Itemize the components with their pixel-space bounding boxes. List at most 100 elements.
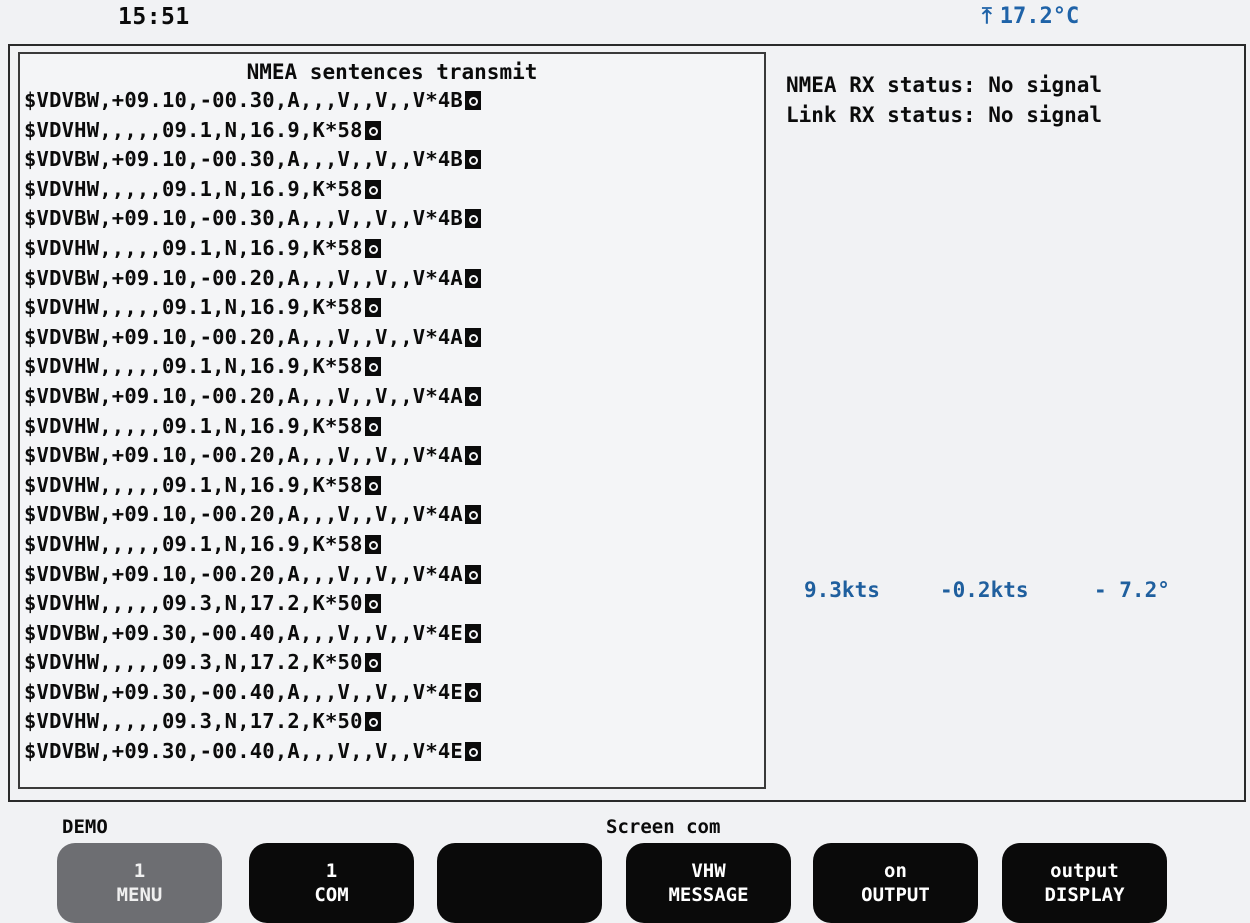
nmea-sentence-line: $VDVHW,,,,,09.1,N,16.9,K*58: [24, 352, 481, 382]
nmea-sentence-line: $VDVHW,,,,,09.3,N,17.2,K*50: [24, 707, 481, 737]
line-end-icon: [464, 682, 481, 702]
status-bar: 15:51 ⤒ 17.2°C: [0, 0, 1250, 44]
nmea-sentence-line: $VDVHW,,,,,09.1,N,16.9,K*58: [24, 116, 481, 146]
screen-label: Screen com: [606, 816, 721, 838]
nmea-sentence-line: $VDVHW,,,,,09.1,N,16.9,K*58: [24, 412, 481, 442]
nmea-sentence-text: $VDVBW,+09.30,-00.40,A,,,V,,V,,V*4E: [24, 620, 463, 645]
softkey-display-bottom: DISPLAY: [1044, 884, 1125, 906]
nmea-sentence-list: $VDVBW,+09.10,-00.30,A,,,V,,V,,V*4B $VDVH…: [24, 86, 481, 767]
rx-status-block: NMEA RX status: No signal Link RX status…: [786, 70, 1102, 130]
nmea-sentence-text: $VDVHW,,,,,09.1,N,16.9,K*58: [24, 354, 363, 379]
nmea-sentence-line: $VDVHW,,,,,09.3,N,17.2,K*50: [24, 589, 481, 619]
nmea-sentence-line: $VDVBW,+09.10,-00.20,A,,,V,,V,,V*4A: [24, 560, 481, 590]
softkey-com-top: 1: [325, 860, 338, 882]
nmea-sentence-text: $VDVHW,,,,,09.1,N,16.9,K*58: [24, 176, 363, 201]
softkey-blank[interactable]: [437, 843, 602, 923]
softkey-message-top: VHW: [691, 860, 726, 882]
line-end-icon: [364, 120, 381, 140]
nmea-sentence-text: $VDVHW,,,,,09.1,N,16.9,K*58: [24, 413, 363, 438]
line-end-icon: [364, 238, 381, 258]
line-end-icon: [364, 416, 381, 436]
softkey-display-top: output: [1050, 860, 1119, 882]
nmea-sentence-line: $VDVBW,+09.30,-00.40,A,,,V,,V,,V*4E: [24, 678, 481, 708]
nmea-sentence-text: $VDVHW,,,,,09.1,N,16.9,K*58: [24, 235, 363, 260]
nmea-sentence-line: $VDVBW,+09.30,-00.40,A,,,V,,V,,V*4E: [24, 619, 481, 649]
nmea-sentence-text: $VDVBW,+09.10,-00.20,A,,,V,,V,,V*4A: [24, 383, 463, 408]
nmea-sentence-line: $VDVHW,,,,,09.1,N,16.9,K*58: [24, 234, 481, 264]
softkey-output-top: on: [884, 860, 907, 882]
nmea-sentence-line: $VDVHW,,,,,09.1,N,16.9,K*58: [24, 530, 481, 560]
temperature-readout: ⤒ 17.2°C: [982, 4, 1079, 29]
softkey-output-bottom: OUTPUT: [861, 884, 930, 906]
nmea-sentence-line: $VDVBW,+09.10,-00.30,A,,,V,,V,,V*4B: [24, 204, 481, 234]
link-rx-status: Link RX status: No signal: [786, 103, 1103, 127]
softkey-output[interactable]: on OUTPUT: [813, 843, 978, 923]
line-end-icon: [364, 357, 381, 377]
nmea-transmit-panel: NMEA sentences transmit $VDVBW,+09.10,-0…: [18, 52, 766, 789]
softkey-menu-top: 1: [133, 860, 146, 882]
line-end-icon: [464, 742, 481, 762]
softkey-message[interactable]: VHW MESSAGE: [626, 843, 791, 923]
nmea-sentence-text: $VDVBW,+09.10,-00.30,A,,,V,,V,,V*4B: [24, 88, 463, 112]
speed-value: 9.3kts: [804, 578, 880, 602]
line-end-icon: [364, 179, 381, 199]
softkey-com-bottom: COM: [314, 884, 349, 906]
nmea-sentence-text: $VDVBW,+09.10,-00.20,A,,,V,,V,,V*4A: [24, 502, 463, 527]
nmea-sentence-line: $VDVHW,,,,,09.3,N,17.2,K*50: [24, 648, 481, 678]
line-end-icon: [464, 268, 481, 288]
nmea-sentence-text: $VDVBW,+09.30,-00.40,A,,,V,,V,,V*4E: [24, 739, 463, 764]
softkey-display[interactable]: output DISPLAY: [1002, 843, 1167, 923]
line-end-icon: [364, 712, 381, 732]
line-end-icon: [464, 150, 481, 170]
nmea-sentence-text: $VDVHW,,,,,09.3,N,17.2,K*50: [24, 650, 363, 675]
drift-value: -0.2kts: [940, 578, 1029, 602]
line-end-icon: [464, 623, 481, 643]
line-end-icon: [464, 209, 481, 229]
nmea-sentence-line: $VDVHW,,,,,09.1,N,16.9,K*58: [24, 175, 481, 205]
nmea-sentence-line: $VDVBW,+09.10,-00.20,A,,,V,,V,,V*4A: [24, 264, 481, 294]
nmea-sentence-line: $VDVBW,+09.10,-00.30,A,,,V,,V,,V*4B: [24, 145, 481, 175]
softkey-menu[interactable]: 1 MENU: [57, 843, 222, 923]
line-end-icon: [364, 475, 381, 495]
thermometer-icon: ⤒: [982, 4, 992, 29]
nmea-sentence-text: $VDVBW,+09.10,-00.20,A,,,V,,V,,V*4A: [24, 324, 463, 349]
line-end-icon: [464, 386, 481, 406]
temperature-value: 17.2°C: [999, 4, 1080, 29]
line-end-icon: [364, 594, 381, 614]
nmea-sentence-text: $VDVHW,,,,,09.1,N,16.9,K*58: [24, 531, 363, 556]
line-end-icon: [464, 446, 481, 466]
nmea-sentence-text: $VDVHW,,,,,09.1,N,16.9,K*58: [24, 117, 363, 142]
line-end-icon: [464, 564, 481, 584]
line-end-icon: [364, 534, 381, 554]
line-end-icon: [464, 91, 481, 110]
line-end-icon: [364, 298, 381, 318]
clock: 15:51: [118, 4, 190, 30]
nmea-sentence-line: $VDVBW,+09.10,-00.30,A,,,V,,V,,V*4B: [24, 86, 481, 116]
nmea-sentence-line: $VDVHW,,,,,09.1,N,16.9,K*58: [24, 471, 481, 501]
nmea-sentence-line: $VDVBW,+09.10,-00.20,A,,,V,,V,,V*4A: [24, 441, 481, 471]
nmea-sentence-line: $VDVBW,+09.30,-00.40,A,,,V,,V,,V*4E: [24, 737, 481, 767]
line-end-icon: [364, 653, 381, 673]
nmea-sentence-line: $VDVHW,,,,,09.1,N,16.9,K*58: [24, 293, 481, 323]
nmea-sentence-text: $VDVBW,+09.30,-00.40,A,,,V,,V,,V*4E: [24, 679, 463, 704]
nmea-sentence-line: $VDVBW,+09.10,-00.20,A,,,V,,V,,V*4A: [24, 323, 481, 353]
mode-label: DEMO: [62, 816, 108, 838]
nmea-sentence-text: $VDVHW,,,,,09.1,N,16.9,K*58: [24, 295, 363, 320]
panel-title: NMEA sentences transmit: [246, 60, 538, 84]
softkey-menu-bottom: MENU: [116, 884, 163, 906]
nmea-sentence-text: $VDVBW,+09.10,-00.20,A,,,V,,V,,V*4A: [24, 443, 463, 468]
nmea-sentence-text: $VDVBW,+09.10,-00.30,A,,,V,,V,,V*4B: [24, 147, 463, 172]
nmea-rx-status: NMEA RX status: No signal: [786, 73, 1103, 97]
nmea-sentence-line: $VDVBW,+09.10,-00.20,A,,,V,,V,,V*4A: [24, 500, 481, 530]
softkey-message-bottom: MESSAGE: [668, 884, 749, 906]
line-end-icon: [464, 327, 481, 347]
nmea-sentence-line: $VDVBW,+09.10,-00.20,A,,,V,,V,,V*4A: [24, 382, 481, 412]
nmea-sentence-text: $VDVHW,,,,,09.1,N,16.9,K*58: [24, 472, 363, 497]
nmea-sentence-text: $VDVHW,,,,,09.3,N,17.2,K*50: [24, 709, 363, 734]
nmea-sentence-text: $VDVBW,+09.10,-00.20,A,,,V,,V,,V*4A: [24, 561, 463, 586]
nmea-sentence-text: $VDVBW,+09.10,-00.20,A,,,V,,V,,V*4A: [24, 265, 463, 290]
line-end-icon: [464, 505, 481, 525]
softkey-com[interactable]: 1 COM: [249, 843, 414, 923]
heading-value: - 7.2°: [1094, 578, 1170, 602]
nmea-sentence-text: $VDVHW,,,,,09.3,N,17.2,K*50: [24, 591, 363, 616]
